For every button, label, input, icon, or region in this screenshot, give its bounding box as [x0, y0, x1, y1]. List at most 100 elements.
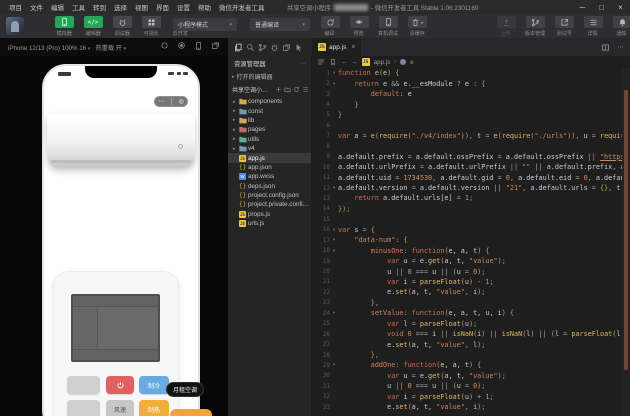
user-avatar[interactable] — [6, 17, 24, 35]
menu-item[interactable]: 界面 — [152, 2, 173, 12]
bookmark-icon[interactable] — [329, 58, 337, 66]
tree-item-app.json[interactable]: {} app.json — [228, 163, 311, 172]
forward-icon[interactable]: → — [351, 59, 357, 66]
action-预览[interactable]: 预览 — [347, 16, 371, 37]
action-通知[interactable]: 通知 — [610, 16, 630, 37]
close-tab-icon[interactable]: × — [351, 44, 355, 51]
menu-item[interactable]: 选择 — [110, 2, 131, 12]
remote-button-blank-0[interactable] — [67, 376, 100, 394]
minimize-button[interactable]: ─ — [573, 0, 592, 14]
capsule-more-icon[interactable]: ⋯ — [158, 99, 164, 105]
tree-item-utils[interactable]: ▸ utils — [228, 135, 311, 144]
toggle-模拟器[interactable]: 模拟器 — [52, 16, 76, 37]
fold-icon[interactable]: ▾ — [330, 81, 338, 87]
bug-icon[interactable] — [270, 43, 279, 52]
fold-icon[interactable]: ▾ — [330, 248, 338, 254]
remote-button-blank-3[interactable] — [67, 400, 100, 416]
tab-app-js[interactable]: JS app.js × — [312, 38, 362, 56]
toggle-调试器[interactable]: 调试器 — [110, 16, 134, 37]
back-icon[interactable]: ← — [341, 59, 347, 66]
tree-item-project.config.json[interactable]: {} project.config.json — [228, 191, 311, 200]
tree-item-props.js[interactable]: JS props.js — [228, 210, 311, 219]
tree-item-pages[interactable]: ▸ pages — [228, 125, 311, 134]
device-icon — [378, 16, 398, 28]
toggle-编辑器[interactable]: </> 编辑器 — [81, 16, 105, 37]
refresh-icon[interactable] — [293, 86, 300, 93]
line-number: 3 — [326, 90, 330, 98]
phone-icon — [54, 16, 74, 28]
action-编译[interactable]: 编译 — [318, 16, 342, 37]
tree-item-components[interactable]: ▸ components — [228, 97, 311, 106]
menu-item[interactable]: 转到 — [89, 2, 110, 12]
mode-select[interactable]: 小程序模式 ▾ — [173, 18, 237, 31]
fold-icon[interactable]: ▾ — [330, 362, 338, 368]
action-真机调试[interactable]: 真机调试 — [376, 16, 400, 37]
maximize-button[interactable]: □ — [592, 0, 611, 14]
floating-tag-secondary[interactable] — [170, 409, 212, 416]
breadcrumb-file[interactable]: app.js — [374, 59, 391, 66]
compile-mode-select[interactable]: 普通编译 ▾ — [250, 18, 310, 31]
action-详情[interactable]: 详情 — [581, 16, 605, 37]
mode-toggle-group: 模拟器 </> 编辑器 调试器 可视化 云开发 — [52, 16, 192, 37]
tree-item-project.private.config.js[interactable]: {}project.private.config.js… — [228, 200, 311, 209]
remote-button-风速[interactable]: 风速 — [106, 400, 134, 416]
menu-item[interactable]: 微信开发者工具 — [215, 2, 269, 12]
action-测试号[interactable]: 测试号 — [552, 16, 576, 37]
phone-icon[interactable] — [194, 41, 203, 51]
action-版本管理[interactable]: 版本管理 — [523, 16, 547, 37]
tree-item-v4[interactable]: ▸ v4 — [228, 144, 311, 153]
tree-item-app.js[interactable]: JS app.js — [228, 153, 311, 163]
menu-item[interactable]: 帮助 — [194, 2, 215, 12]
project-root[interactable]: 共享空调小… — [228, 83, 311, 96]
fold-icon[interactable]: ▾ — [330, 227, 338, 233]
multiwindow-icon[interactable] — [282, 43, 291, 52]
code-line: 21 var i = parseFloat(u) - 1; — [312, 277, 630, 287]
floating-tag[interactable]: 月租空调 — [166, 382, 205, 397]
open-editors-section[interactable]: ▸ 打开的编辑器 — [228, 70, 311, 83]
menu-item[interactable]: 工具 — [68, 2, 89, 12]
remote-lcd-screen — [71, 294, 160, 362]
rotate-icon[interactable] — [160, 41, 169, 51]
capsule-close-icon[interactable]: ◎ — [178, 99, 183, 105]
menu-item[interactable]: 文件 — [26, 2, 47, 12]
split-editor-icon[interactable] — [601, 43, 610, 52]
outline-icon[interactable] — [317, 58, 325, 66]
new-folder-icon[interactable] — [284, 86, 291, 93]
toggle-可视化[interactable]: 可视化 — [139, 16, 163, 37]
multiwindow-icon[interactable] — [211, 41, 220, 51]
menu-item[interactable]: 编辑 — [47, 2, 68, 12]
code-line: 30 var u = e.get(a, t, "value"); — [312, 371, 630, 381]
action-清缓存[interactable]: ▾ 清缓存 — [405, 16, 429, 37]
menu-item[interactable]: 项目 — [5, 2, 26, 12]
chevron-down-icon: ▾ — [123, 45, 127, 52]
remote-button-制热[interactable]: 制热 — [139, 400, 169, 416]
tree-item-urls.js[interactable]: JS urls.js — [228, 219, 311, 228]
menu-item[interactable]: 视图 — [131, 2, 152, 12]
record-icon[interactable] — [177, 41, 186, 51]
remote-button-power-icon[interactable] — [106, 376, 134, 394]
explorer-more-icon[interactable]: ⋯ — [300, 60, 306, 67]
branch-icon[interactable] — [258, 43, 267, 52]
line-number: 15 — [322, 215, 330, 223]
action-上传[interactable]: 上传 — [494, 16, 518, 37]
menu-item[interactable]: 设置 — [173, 2, 194, 12]
fold-icon[interactable]: ▾ — [330, 237, 338, 243]
more-actions-icon[interactable]: ⋯ — [617, 43, 624, 51]
tree-item-app.wxss[interactable]: Wapp.wxss — [228, 172, 311, 181]
pointer-icon[interactable] — [294, 43, 303, 52]
close-button[interactable]: × — [611, 0, 630, 14]
breadcrumb-symbol[interactable]: e — [410, 59, 414, 66]
collapse-all-icon[interactable] — [302, 86, 309, 93]
folder-icon — [239, 108, 248, 115]
fold-icon[interactable]: ▾ — [330, 310, 338, 316]
remote-button-制冷[interactable]: 制冷 — [139, 376, 169, 394]
tree-item-lib[interactable]: ▸ lib — [228, 116, 311, 125]
tree-item-deps.json[interactable]: {} deps.json — [228, 182, 311, 191]
device-selector[interactable]: iPhone 12/13 (Pro) 100% 16 ▾ 热重载 开 ▾ — [8, 43, 126, 52]
files-icon[interactable] — [234, 43, 243, 52]
tree-item-const[interactable]: ▸ const — [228, 106, 311, 115]
fold-icon[interactable]: ▾ — [330, 185, 338, 191]
new-file-icon[interactable] — [275, 86, 282, 93]
search-icon[interactable] — [246, 43, 255, 52]
fold-icon[interactable]: ▾ — [330, 70, 338, 76]
